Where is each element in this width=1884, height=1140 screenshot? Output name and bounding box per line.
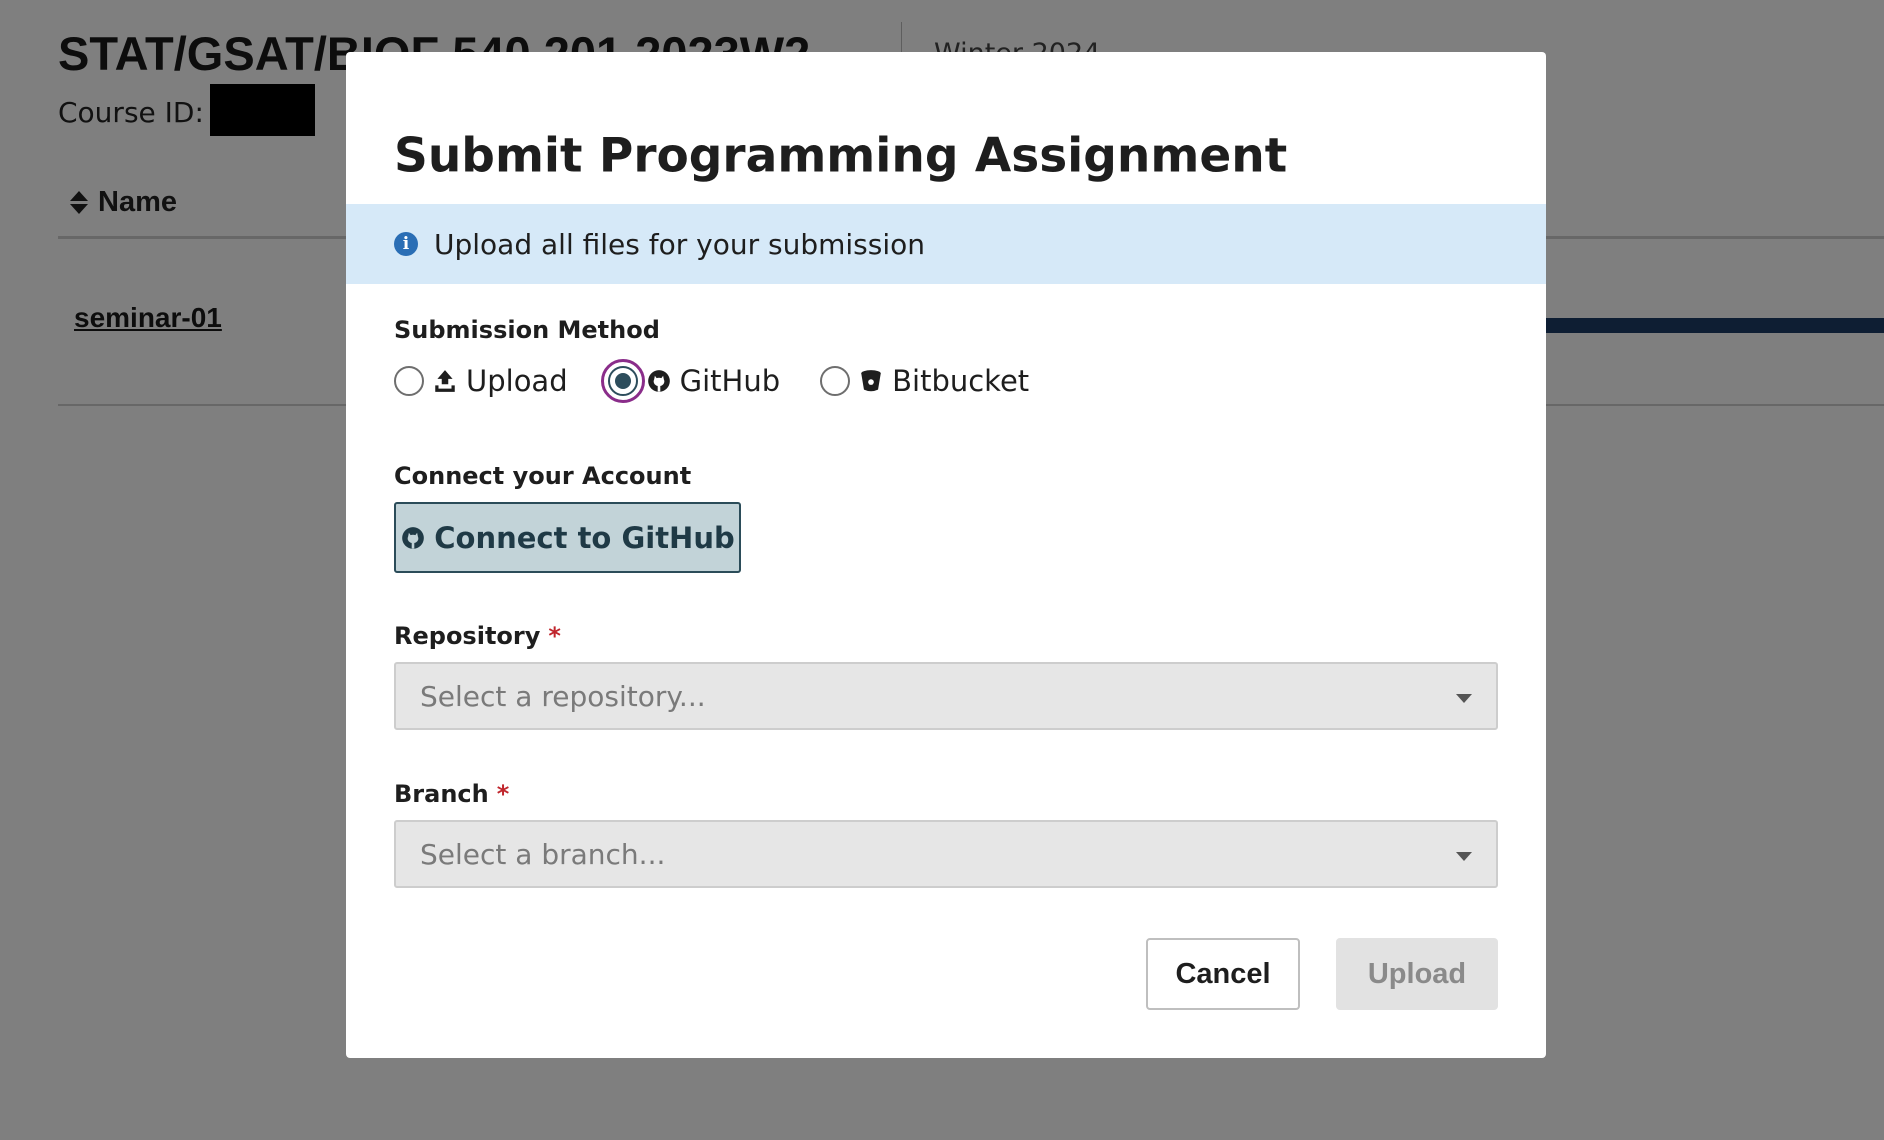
connect-github-label: Connect to GitHub xyxy=(434,520,735,555)
github-icon xyxy=(647,370,670,392)
required-marker: * xyxy=(548,622,561,650)
branch-select[interactable]: Select a branch... xyxy=(394,820,1498,888)
cancel-button[interactable]: Cancel xyxy=(1146,938,1300,1010)
upload-icon xyxy=(435,370,455,392)
repository-placeholder: Select a repository... xyxy=(420,679,706,713)
radio-option-bitbucket[interactable]: Bitbucket xyxy=(820,364,1029,398)
branch-label: Branch * xyxy=(394,780,509,808)
radio-option-github[interactable]: GitHub xyxy=(600,359,781,403)
upload-radio[interactable] xyxy=(394,366,424,396)
modal-title: Submit Programming Assignment xyxy=(394,128,1288,184)
repository-label-text: Repository xyxy=(394,622,541,650)
branch-placeholder: Select a branch... xyxy=(420,837,666,871)
github-radio[interactable] xyxy=(600,359,645,403)
chevron-down-icon xyxy=(1456,694,1472,703)
radio-option-upload[interactable]: Upload xyxy=(394,364,568,398)
submit-assignment-modal: Submit Programming Assignment i Upload a… xyxy=(346,52,1546,1058)
upload-option-label: Upload xyxy=(466,364,568,398)
submission-method-label: Submission Method xyxy=(394,316,660,344)
repository-label: Repository * xyxy=(394,622,561,650)
bitbucket-radio[interactable] xyxy=(820,366,851,396)
bitbucket-icon xyxy=(861,370,881,392)
connect-account-label: Connect your Account xyxy=(394,462,692,490)
info-icon: i xyxy=(394,232,418,256)
chevron-down-icon xyxy=(1456,852,1472,861)
connect-github-button[interactable]: Connect to GitHub xyxy=(394,502,741,573)
upload-button[interactable]: Upload xyxy=(1336,938,1498,1010)
info-text: Upload all files for your submission xyxy=(434,227,926,261)
repository-select[interactable]: Select a repository... xyxy=(394,662,1498,730)
github-icon xyxy=(402,526,425,549)
branch-label-text: Branch xyxy=(394,780,489,808)
focus-ring xyxy=(600,359,645,403)
info-banner: i Upload all files for your submission xyxy=(346,204,1546,284)
github-option-label: GitHub xyxy=(679,364,781,398)
bitbucket-option-label: Bitbucket xyxy=(892,364,1030,398)
submission-method-radio-group: Upload GitHub Bitbucket xyxy=(394,359,1069,403)
required-marker: * xyxy=(496,780,510,808)
